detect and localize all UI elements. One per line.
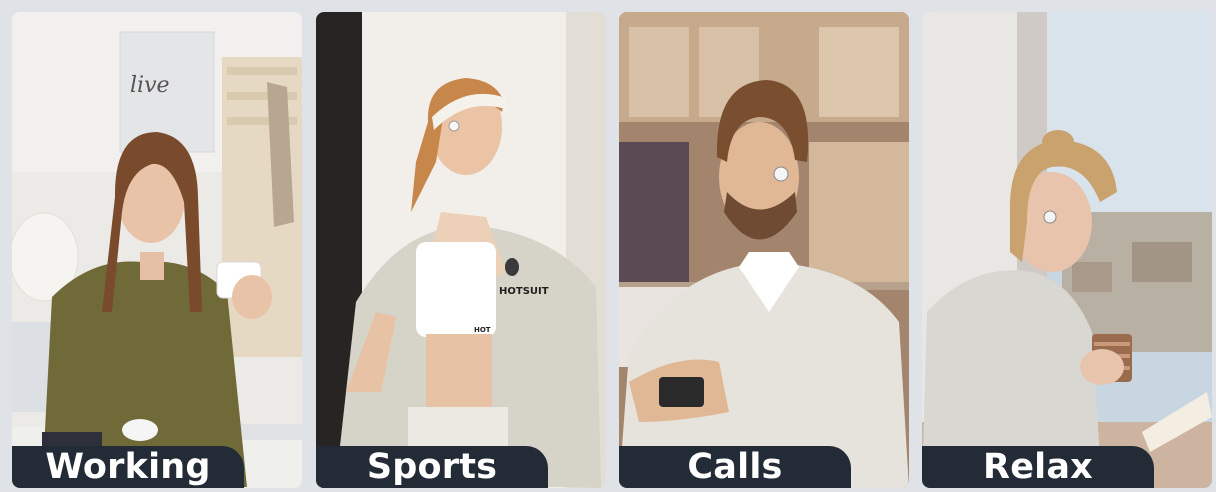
label-bar-calls: Calls xyxy=(619,446,851,488)
sign-text: live xyxy=(130,73,170,98)
label-calls: Calls xyxy=(687,447,783,487)
label-bar-sports: Sports xyxy=(316,446,548,488)
label-bar-relax: Relax xyxy=(922,446,1154,488)
label-working: Working xyxy=(45,447,211,487)
card-calls: Calls xyxy=(619,12,909,488)
photo-calls xyxy=(619,12,909,488)
photo-sports: HOT HOTSUIT xyxy=(316,12,606,488)
label-sports: Sports xyxy=(366,447,498,487)
scene-gallery: live Working HOT HOTSUIT Sports Calls Re… xyxy=(0,0,1216,492)
top-text: HOT xyxy=(474,326,491,334)
photo-relax xyxy=(922,12,1212,488)
photo-working: live xyxy=(12,12,302,488)
card-relax: Relax xyxy=(922,12,1212,488)
shirt-text: HOTSUIT xyxy=(499,286,549,297)
label-relax: Relax xyxy=(983,447,1093,487)
card-sports: HOT HOTSUIT Sports xyxy=(316,12,606,488)
card-working: live Working xyxy=(12,12,302,488)
label-bar-working: Working xyxy=(12,446,244,488)
